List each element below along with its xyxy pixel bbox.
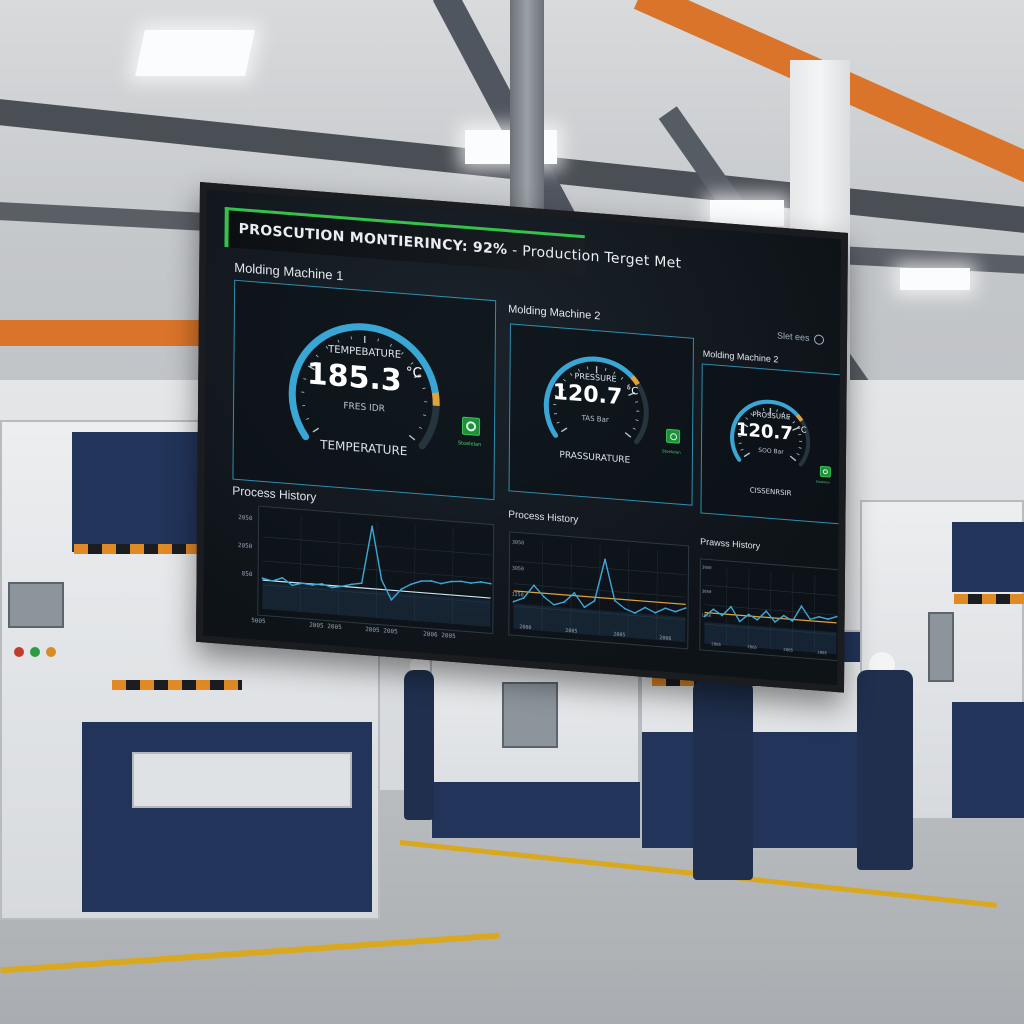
gauge-unit: °C [626, 385, 639, 398]
gauge-tick [337, 339, 340, 343]
history-point [380, 578, 383, 581]
gauge-tick [798, 447, 802, 449]
gauge-number: 120.7 [735, 419, 793, 445]
y-tick-label: 850 [241, 570, 253, 579]
history-plot [512, 540, 687, 643]
history-plot [703, 567, 838, 655]
y-tick-label: 3050 [511, 565, 524, 573]
dashboard-screen: PROSCUTION MONTIERINCY: 92% - Production… [203, 189, 842, 686]
gauge-tick [604, 367, 607, 371]
x-tick-label: 2005 2005 [365, 626, 398, 636]
brand-label: Slet ees [776, 330, 825, 345]
history-chart-2 [508, 531, 690, 650]
gauge-card-3: PROSSURE 120.7 °C SOO Bar CISSENRSIR Stoe… [700, 363, 842, 525]
machine-2-title: Molding Machine 2 [508, 303, 601, 323]
production-monitor: PROSCUTION MONTIERINCY: 92% - Production… [195, 182, 848, 693]
history-2-title: Process History [508, 509, 579, 526]
gauge-number: 185.3 [306, 356, 402, 399]
history-point [623, 607, 626, 610]
status-ok-icon [819, 465, 831, 478]
gauge-tick [556, 421, 560, 424]
ceiling-light [135, 30, 255, 76]
dashboard-title: PROSCUTION MONTIERINCY: 92% - Production… [239, 221, 682, 272]
gauge-tick [586, 366, 589, 370]
y-tick-label: 2050 [238, 514, 253, 523]
gauge-tick [312, 427, 320, 433]
gauge-tick [306, 418, 310, 420]
ceiling-light [900, 268, 970, 290]
gauge-tick [560, 427, 568, 433]
gauge-tick [632, 427, 636, 430]
history-plot [261, 515, 492, 627]
history-point [613, 599, 616, 602]
monitor-mount-pole [510, 0, 544, 230]
x-tick-label: 2005 [783, 646, 793, 653]
y-tick-label: 2050 [237, 541, 253, 551]
history-1-title: Process History [232, 483, 317, 505]
x-tick-label: 5005 [251, 617, 266, 626]
gauge-card-2: PRESSURE 120.7 °C TAS Bar PRASSURATURE St… [508, 323, 694, 506]
gauge-unit: °C [796, 423, 807, 435]
gauge-card-1: TEMPEBATURE 185.3 °C FRES IDR TEMPERATURE… [232, 279, 497, 501]
y-tick-label: 3050 [701, 588, 712, 595]
gauge-tick [408, 434, 416, 441]
brand-icon [813, 333, 825, 345]
x-tick-label: 2005 [817, 649, 827, 656]
x-tick-label: 2005 [747, 644, 757, 650]
gauge-tick [624, 432, 632, 438]
x-tick-label: 2005 [711, 641, 721, 647]
monitor-bezel: PROSCUTION MONTIERINCY: 92% - Production… [195, 182, 848, 693]
machine-1-title: Molding Machine 1 [234, 259, 344, 284]
x-tick-label: 2005 [565, 627, 578, 635]
x-tick-label: 2000 [519, 624, 532, 632]
machine-3-title: Molding Machine 2 [702, 348, 779, 365]
status-ok-icon [461, 416, 481, 437]
gauge-tick [377, 338, 379, 342]
gauge-tick [389, 343, 392, 347]
history-point [261, 577, 264, 580]
x-tick-label: 2006 2005 [423, 630, 456, 641]
x-tick-label: 2006 [659, 635, 672, 643]
y-tick-label: 3050 [512, 539, 525, 547]
x-tick-label: 2005 [613, 631, 626, 639]
y-tick-label: 1250 [511, 591, 524, 599]
history-point [489, 582, 492, 585]
gauge-tick [418, 426, 422, 429]
x-tick-label: 2005 2005 [309, 621, 342, 632]
y-tick-label: 3050 [701, 564, 712, 571]
brand-text: Slet ees [776, 330, 810, 343]
header-status: - Production Terget Met [507, 242, 682, 272]
history-point [543, 595, 545, 598]
gauge-tick [738, 442, 742, 444]
gauge-unit: °C [405, 364, 423, 382]
crane-rail [0, 320, 200, 346]
history-chart-1 [257, 505, 495, 635]
gauge-tick [350, 336, 353, 340]
status-ok-icon [666, 428, 681, 444]
header-title: PROSCUTION MONTIERINCY: 92% [238, 221, 508, 259]
y-tick-label: 1050 [701, 612, 712, 619]
history-3-title: Prawss History [700, 536, 761, 552]
